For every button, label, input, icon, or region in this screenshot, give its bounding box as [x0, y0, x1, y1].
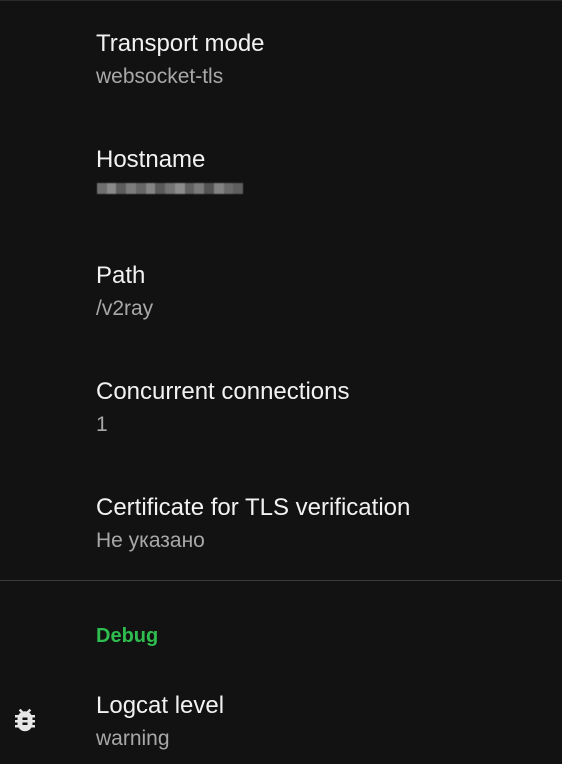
pref-summary: websocket-tls: [96, 65, 224, 88]
pref-title: Transport mode: [96, 30, 265, 57]
pref-summary: /v2ray: [96, 297, 154, 320]
pref-title: Hostname: [96, 146, 206, 173]
pref-title: Path: [96, 262, 146, 289]
pref-title: Concurrent connections: [96, 378, 350, 405]
section-divider: [0, 580, 562, 581]
pref-logcat-level[interactable]: Logcat level warning: [0, 663, 562, 764]
pref-hostname[interactable]: Hostname: [0, 117, 562, 233]
hostname-redacted-value: [97, 183, 243, 205]
pref-summary: warning: [96, 727, 170, 750]
settings-screen: Transport mode websocket-tls Hostname Pa…: [0, 0, 562, 763]
pref-transport-mode[interactable]: Transport mode websocket-tls: [0, 1, 562, 117]
pref-title: Certificate for TLS verification: [96, 494, 411, 521]
pref-path[interactable]: Path /v2ray: [0, 233, 562, 349]
pref-title: Logcat level: [96, 692, 225, 719]
bug-icon: [15, 708, 35, 732]
pref-tls-certificate[interactable]: Certificate for TLS verification Не указ…: [0, 465, 562, 581]
category-debug: Debug: [96, 625, 159, 647]
pref-summary: 1: [96, 413, 108, 436]
pref-summary: Не указано: [96, 529, 205, 552]
pref-concurrent-connections[interactable]: Concurrent connections 1: [0, 349, 562, 465]
